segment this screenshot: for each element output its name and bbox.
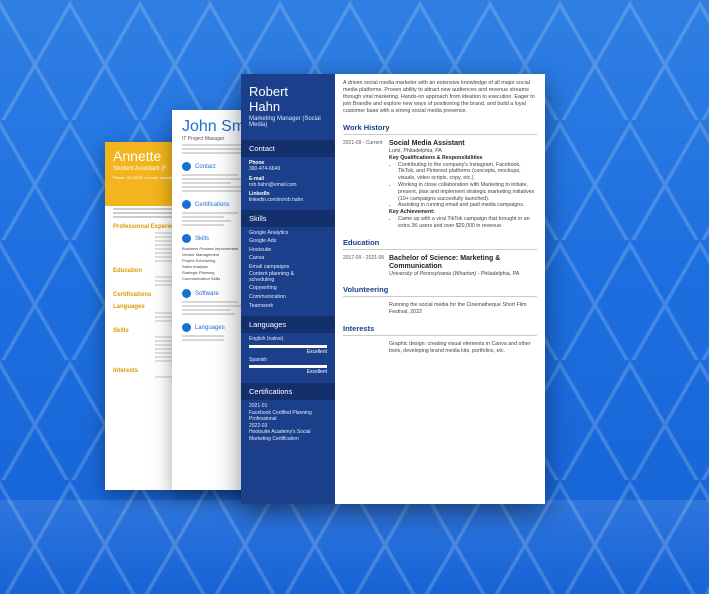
cert-name: Facebook Certified Planning Professional	[249, 409, 312, 423]
work-entry: 2021-09 - Current Social Media Assistant…	[343, 140, 537, 230]
resume-main: A driven social media marketer with an e…	[335, 74, 545, 504]
job-title: Marketing Manager (Social Media)	[249, 116, 321, 128]
language-level: Excellent	[306, 369, 327, 376]
qualifications-heading: Key Qualifications & Responsibilities	[389, 154, 483, 161]
cert-name: Hootsuite Academy's Social Marketing Cer…	[249, 429, 311, 442]
resume-sidebar: Robert Hahn Marketing Manager (Social Med…	[241, 74, 335, 504]
education-heading: Education	[343, 238, 537, 250]
skill-item: Google Analytics	[249, 229, 289, 236]
phone-label: Phone	[249, 160, 265, 166]
skill-item: Teamwork	[249, 302, 274, 309]
skills-icon	[182, 234, 191, 243]
skill-item: Hootsuite	[249, 246, 272, 253]
floor-reflection	[0, 500, 709, 594]
school-location: - Philadelphia, PA	[476, 270, 520, 277]
achievement-heading: Key Achievement:	[389, 209, 435, 216]
language-name: Spanish	[249, 356, 268, 363]
volunteering-heading: Volunteering	[343, 285, 537, 298]
work-company: Lumi, Philadelphia, PA	[389, 148, 442, 154]
skill-item: Copywriting	[249, 285, 277, 292]
cert-date: 2021-01	[249, 403, 268, 410]
software-icon	[182, 289, 191, 298]
achievement-bullet: Came up with a viral TikTok campaign tha…	[398, 216, 537, 230]
education-entry: 2017-09 - 2021-05 Bachelor of Science: M…	[343, 255, 537, 278]
degree: Bachelor of Science: Marketing & Communi…	[389, 254, 501, 270]
interests-heading: Interests	[343, 324, 537, 336]
first-name: Robert	[249, 84, 289, 99]
interests-text: Graphic design: creating visual elements…	[389, 340, 531, 354]
language-name: English (native)	[249, 336, 284, 343]
contact-icon	[182, 162, 191, 171]
skill-item: scheduling	[249, 277, 275, 284]
school: University of Pennsylvania (Wharton)	[389, 270, 477, 277]
work-bullet: Working in close collaboration with Mark…	[398, 182, 537, 202]
skill-item: Google Ads	[249, 238, 277, 245]
email-label: E-mail	[249, 175, 265, 182]
languages-icon	[182, 323, 191, 332]
skills-heading: Skills	[241, 209, 335, 227]
linkedin-value: linkedin.com/in/rob.hahn	[249, 197, 304, 203]
work-dates: 2021-09 - Current	[343, 140, 383, 146]
skill-item: Communication	[249, 294, 286, 301]
work-bullet: Assisting in running email and paid medi…	[398, 202, 537, 209]
languages-heading: Languages	[241, 316, 335, 334]
skill-item: Canva	[249, 255, 265, 262]
certificate-icon	[182, 200, 191, 209]
certifications-heading: Certifications	[241, 383, 335, 401]
language-level: Excellent	[306, 348, 327, 355]
linkedin-label: LinkedIn	[249, 191, 270, 197]
resume-front: Robert Hahn Marketing Manager (Social Med…	[241, 74, 545, 504]
volunteering-text: Running the social media for the Cinemat…	[389, 302, 527, 316]
work-title: Social Media Assistant	[389, 140, 465, 147]
contact-heading: Contact	[241, 140, 335, 157]
last-name: Hahn	[249, 99, 281, 114]
education-dates: 2017-09 - 2021-05	[343, 254, 385, 261]
work-bullet: Contributing to the company's Instagram,…	[398, 162, 537, 182]
work-history-heading: Work History	[343, 123, 537, 135]
summary: A driven social media marketer with an e…	[343, 80, 535, 114]
skill-item: Email campaigns	[249, 263, 290, 270]
